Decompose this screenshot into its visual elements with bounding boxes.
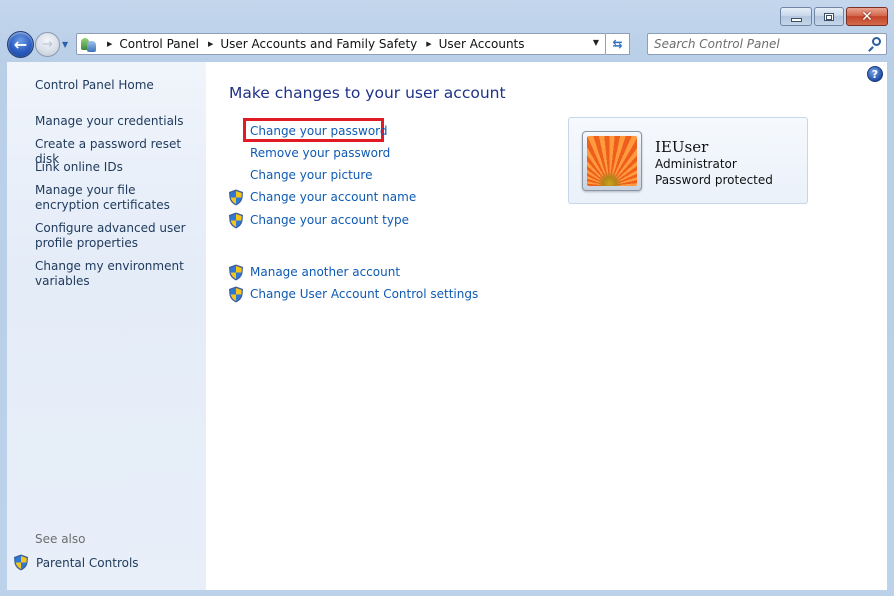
user-name: IEUser (655, 138, 709, 156)
forward-arrow-icon: → (42, 36, 53, 52)
sidebar-advanced-profile-properties[interactable]: Configure advanced user profile properti… (35, 221, 203, 251)
uac-shield-icon (229, 286, 243, 302)
parental-controls-label: Parental Controls (36, 555, 139, 570)
window-controls: ✕ (780, 7, 888, 26)
page-title: Make changes to your user account (229, 84, 506, 102)
task-change-account-name[interactable]: Change your account name (228, 188, 416, 206)
sidebar: Control Panel Home Manage your credentia… (7, 62, 206, 590)
sidebar-control-panel-home[interactable]: Control Panel Home (35, 78, 203, 93)
help-icon[interactable]: ? (867, 66, 883, 82)
change-password-link[interactable]: Change your password (250, 124, 388, 138)
manage-another-account-link[interactable]: Manage another account (250, 265, 400, 279)
breadcrumb-separator-icon[interactable]: ▶ (107, 40, 112, 48)
refresh-button[interactable]: ⇆ (606, 33, 630, 55)
address-bar[interactable]: ▶ Control Panel ▶ User Accounts and Fami… (76, 33, 606, 55)
content-frame: Control Panel Home Manage your credentia… (7, 62, 887, 590)
uac-settings-link[interactable]: Change User Account Control settings (250, 287, 478, 301)
breadcrumb-control-panel[interactable]: Control Panel (119, 37, 199, 51)
user-account-card: IEUser Administrator Password protected (568, 117, 808, 204)
uac-shield-icon (229, 189, 243, 205)
forward-button[interactable]: → (35, 31, 60, 57)
remove-password-link[interactable]: Remove your password (250, 146, 390, 160)
maximize-icon (824, 12, 834, 21)
address-dropdown-icon[interactable]: ▼ (593, 38, 599, 47)
navigation-bar: ← → ▼ ▶ Control Panel ▶ User Accounts an… (7, 30, 887, 58)
sidebar-file-encryption-certificates[interactable]: Manage your file encryption certificates (35, 183, 203, 213)
task-remove-password[interactable]: Remove your password (228, 144, 390, 162)
sidebar-environment-variables[interactable]: Change my environment variables (35, 259, 203, 289)
task-manage-another-account[interactable]: Manage another account (228, 263, 400, 281)
user-accounts-icon (80, 36, 98, 52)
refresh-icon: ⇆ (612, 37, 623, 51)
breadcrumb-separator-icon[interactable]: ▶ (426, 40, 431, 48)
task-change-password[interactable]: Change your password (228, 122, 388, 140)
search-input[interactable]: Search Control Panel (654, 37, 867, 51)
password-status: Password protected (655, 173, 773, 187)
flower-picture-icon (587, 136, 637, 186)
minimize-icon (790, 17, 802, 22)
task-change-account-type[interactable]: Change your account type (228, 211, 409, 229)
close-button[interactable]: ✕ (846, 7, 888, 26)
uac-shield-icon (229, 264, 243, 280)
change-picture-link[interactable]: Change your picture (250, 168, 372, 182)
minimize-button[interactable] (780, 7, 812, 26)
maximize-button[interactable] (814, 7, 844, 26)
task-uac-settings[interactable]: Change User Account Control settings (228, 285, 478, 303)
user-role: Administrator (655, 157, 737, 171)
main-panel: ? Make changes to your user account Chan… (206, 62, 887, 590)
recent-pages-dropdown[interactable]: ▼ (62, 40, 72, 49)
breadcrumb-user-accounts[interactable]: User Accounts (439, 37, 525, 51)
search-box[interactable]: Search Control Panel (647, 33, 887, 55)
task-change-picture[interactable]: Change your picture (228, 166, 372, 184)
avatar[interactable] (582, 131, 642, 191)
sidebar-parental-controls[interactable]: Parental Controls (13, 554, 139, 571)
close-icon: ✕ (861, 8, 873, 25)
uac-shield-icon (229, 212, 243, 228)
back-button[interactable]: ← (7, 30, 34, 58)
sidebar-link-online-ids[interactable]: Link online IDs (35, 160, 203, 175)
change-account-type-link[interactable]: Change your account type (250, 213, 409, 227)
breadcrumb-separator-icon[interactable]: ▶ (208, 40, 213, 48)
uac-shield-icon (14, 554, 28, 571)
sidebar-manage-credentials[interactable]: Manage your credentials (35, 114, 203, 129)
see-also-heading: See also (35, 532, 86, 546)
search-icon[interactable] (867, 37, 881, 52)
back-arrow-icon: ← (13, 34, 28, 54)
change-account-name-link[interactable]: Change your account name (250, 190, 416, 204)
breadcrumb-user-accounts-family-safety[interactable]: User Accounts and Family Safety (220, 37, 417, 51)
